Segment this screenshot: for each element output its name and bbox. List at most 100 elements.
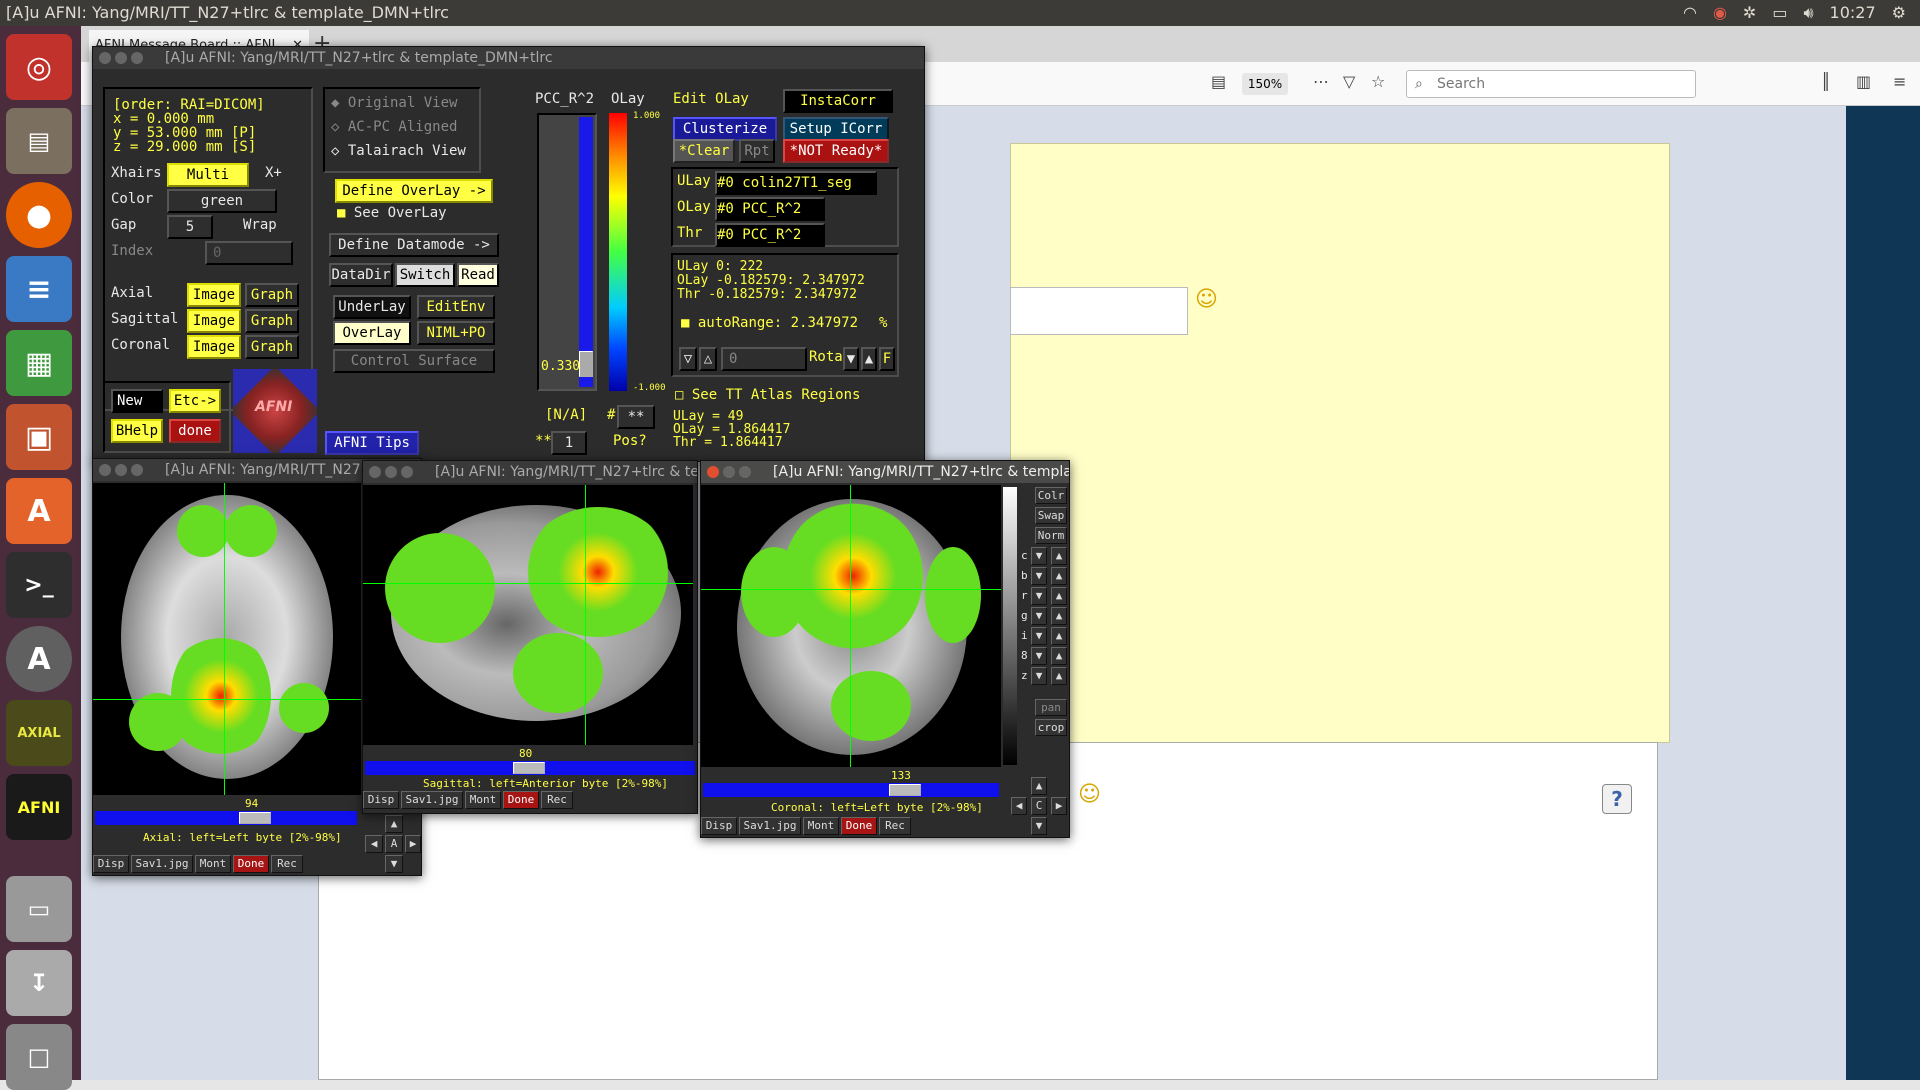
slice-slider[interactable] <box>95 811 357 825</box>
coronal-graph-button[interactable]: Graph <box>245 335 299 359</box>
rota-down-arrow[interactable]: ▼ <box>843 347 859 371</box>
read-button[interactable]: Read <box>457 263 499 287</box>
smiley-icon-2[interactable]: ☺ <box>1078 782 1101 807</box>
rpt-button[interactable]: Rpt <box>739 139 775 163</box>
page-actions-icon[interactable]: ⋯ <box>1313 72 1329 91</box>
bhelp-button[interactable]: BHelp <box>111 419 163 443</box>
ulay-select[interactable]: #0 colin27T1_seg <box>715 171 877 195</box>
window-titlebar[interactable]: [A]u AFNI: Yang/MRI/TT_N27+tlrc & templa… <box>363 461 697 483</box>
afni-app-icon[interactable]: AFNI <box>6 774 72 840</box>
crop-button[interactable]: crop <box>1035 719 1067 736</box>
menu-icon[interactable]: ≡ <box>1893 72 1906 91</box>
clusterize-button[interactable]: Clusterize <box>673 117 777 141</box>
coord-line[interactable]: z = 29.000 mm [S] <box>113 139 256 155</box>
pan-button[interactable]: pan <box>1035 699 1067 716</box>
side-arrow-up[interactable]: ▲ <box>1051 627 1067 645</box>
coronal-image-button[interactable]: Image <box>187 335 241 359</box>
save-button[interactable]: Sav1.jpg <box>131 855 193 873</box>
xplus-toggle[interactable]: X+ <box>265 165 282 181</box>
overlay-button[interactable]: OverLay <box>333 321 411 345</box>
close-icon[interactable] <box>707 466 719 478</box>
thr-select[interactable]: #0 PCC_R^2 <box>715 223 825 247</box>
nimlpo-button[interactable]: NIML+PO <box>417 321 495 345</box>
acpc-view-radio[interactable]: ◇ AC-PC Aligned <box>331 119 457 135</box>
disp-button[interactable]: Disp <box>93 855 129 873</box>
ubuntu-logo-icon[interactable]: ◎ <box>6 34 72 100</box>
disk-icon[interactable]: ▭ <box>6 876 72 942</box>
usb-icon[interactable]: ↧ <box>6 950 72 1016</box>
pos-toggle[interactable]: Pos? <box>613 433 647 449</box>
maximize-icon[interactable] <box>401 466 413 478</box>
bookmark-star-icon[interactable]: ☆ <box>1371 72 1385 91</box>
sagittal-image[interactable] <box>363 485 693 745</box>
pbar-count-select[interactable]: 1 <box>551 431 587 455</box>
olay-select[interactable]: #0 PCC_R^2 <box>715 197 825 221</box>
anchor-button[interactable]: A <box>385 835 403 853</box>
arrow-down-button[interactable]: ▼ <box>385 855 403 873</box>
volume-icon[interactable]: 🔊︎ <box>1803 0 1813 26</box>
smiley-icon[interactable]: ☺ <box>1195 287 1218 312</box>
side-arrow-down[interactable]: ▼ <box>1031 627 1047 645</box>
range-down-arrow[interactable]: ▽ <box>679 347 697 371</box>
side-arrow-down[interactable]: ▼ <box>1031 587 1047 605</box>
range-up-arrow[interactable]: △ <box>699 347 717 371</box>
side-arrow-up[interactable]: ▲ <box>1051 567 1067 585</box>
sidebar-icon[interactable]: ▥ <box>1856 72 1871 91</box>
reader-view-icon[interactable]: ▤ <box>1211 72 1226 91</box>
side-arrow-up[interactable]: ▲ <box>1051 647 1067 665</box>
mont-button[interactable]: Mont <box>465 791 501 809</box>
done-button[interactable]: Done <box>503 791 539 809</box>
slice-slider[interactable] <box>703 783 999 797</box>
side-arrow-down[interactable]: ▼ <box>1031 547 1047 565</box>
impress-icon[interactable]: ▣ <box>6 404 72 470</box>
done-button[interactable]: Done <box>233 855 269 873</box>
rec-button[interactable]: Rec <box>271 855 303 873</box>
side-arrow-down[interactable]: ▼ <box>1031 607 1047 625</box>
writer-icon[interactable]: ≡ <box>6 256 72 322</box>
mont-button[interactable]: Mont <box>803 817 839 835</box>
afni-tips-button[interactable]: AFNI Tips <box>325 431 419 455</box>
terminal-icon[interactable]: >_ <box>6 552 72 618</box>
sagittal-image-button[interactable]: Image <box>187 309 241 333</box>
help-button[interactable]: ? <box>1602 784 1632 814</box>
autorange-toggle[interactable]: ■ autoRange: 2.347972 <box>681 315 858 331</box>
close-icon[interactable] <box>99 52 111 64</box>
instacorr-select[interactable]: InstaCorr <box>783 89 893 113</box>
software-center-icon[interactable]: A <box>6 478 72 544</box>
side-arrow-down[interactable]: ▼ <box>1031 567 1047 585</box>
sagittal-graph-button[interactable]: Graph <box>245 309 299 333</box>
percent-toggle[interactable]: % <box>879 315 887 331</box>
axial-graph-button[interactable]: Graph <box>245 283 299 307</box>
switch-button[interactable]: Switch <box>395 263 455 287</box>
underlay-button[interactable]: UnderLay <box>333 295 411 319</box>
center-button[interactable]: C <box>1031 797 1047 815</box>
side-arrow-up[interactable]: ▲ <box>1051 587 1067 605</box>
rec-button[interactable]: Rec <box>879 817 911 835</box>
see-tt-atlas-toggle[interactable]: □ See TT Atlas Regions <box>675 387 860 403</box>
rota-up-arrow[interactable]: ▲ <box>861 347 877 371</box>
save-button[interactable]: Sav1.jpg <box>739 817 801 835</box>
minimize-icon[interactable] <box>385 466 397 478</box>
arrow-right-button[interactable]: ▶ <box>405 835 421 853</box>
colr-button[interactable]: Colr <box>1035 487 1067 504</box>
datadir-button[interactable]: DataDir <box>329 263 393 287</box>
library-icon[interactable]: ║ <box>1821 72 1831 91</box>
clear-button[interactable]: *Clear <box>673 139 735 163</box>
arrow-right-button[interactable]: ▶ <box>1051 797 1067 815</box>
arrow-down-button[interactable]: ▼ <box>1031 817 1047 835</box>
talairach-view-radio[interactable]: ◇ Talairach View <box>331 143 466 159</box>
close-icon[interactable] <box>369 466 381 478</box>
search-input[interactable]: ⌕ Search <box>1406 70 1696 98</box>
wifi-icon[interactable]: ◠ <box>1683 0 1697 26</box>
arrow-left-button[interactable]: ◀ <box>365 835 383 853</box>
side-arrow-up[interactable]: ▲ <box>1051 607 1067 625</box>
minimize-icon[interactable] <box>723 466 735 478</box>
files-icon[interactable]: ▤ <box>6 108 72 174</box>
close-icon[interactable] <box>99 464 111 476</box>
flip-button[interactable]: F <box>879 347 895 371</box>
afni-logo[interactable]: AFNI <box>233 369 317 453</box>
updater-icon[interactable]: A <box>6 626 72 692</box>
trash-icon[interactable]: □ <box>6 1024 72 1090</box>
rec-button[interactable]: Rec <box>541 791 573 809</box>
index-field[interactable]: 0 <box>205 241 293 265</box>
